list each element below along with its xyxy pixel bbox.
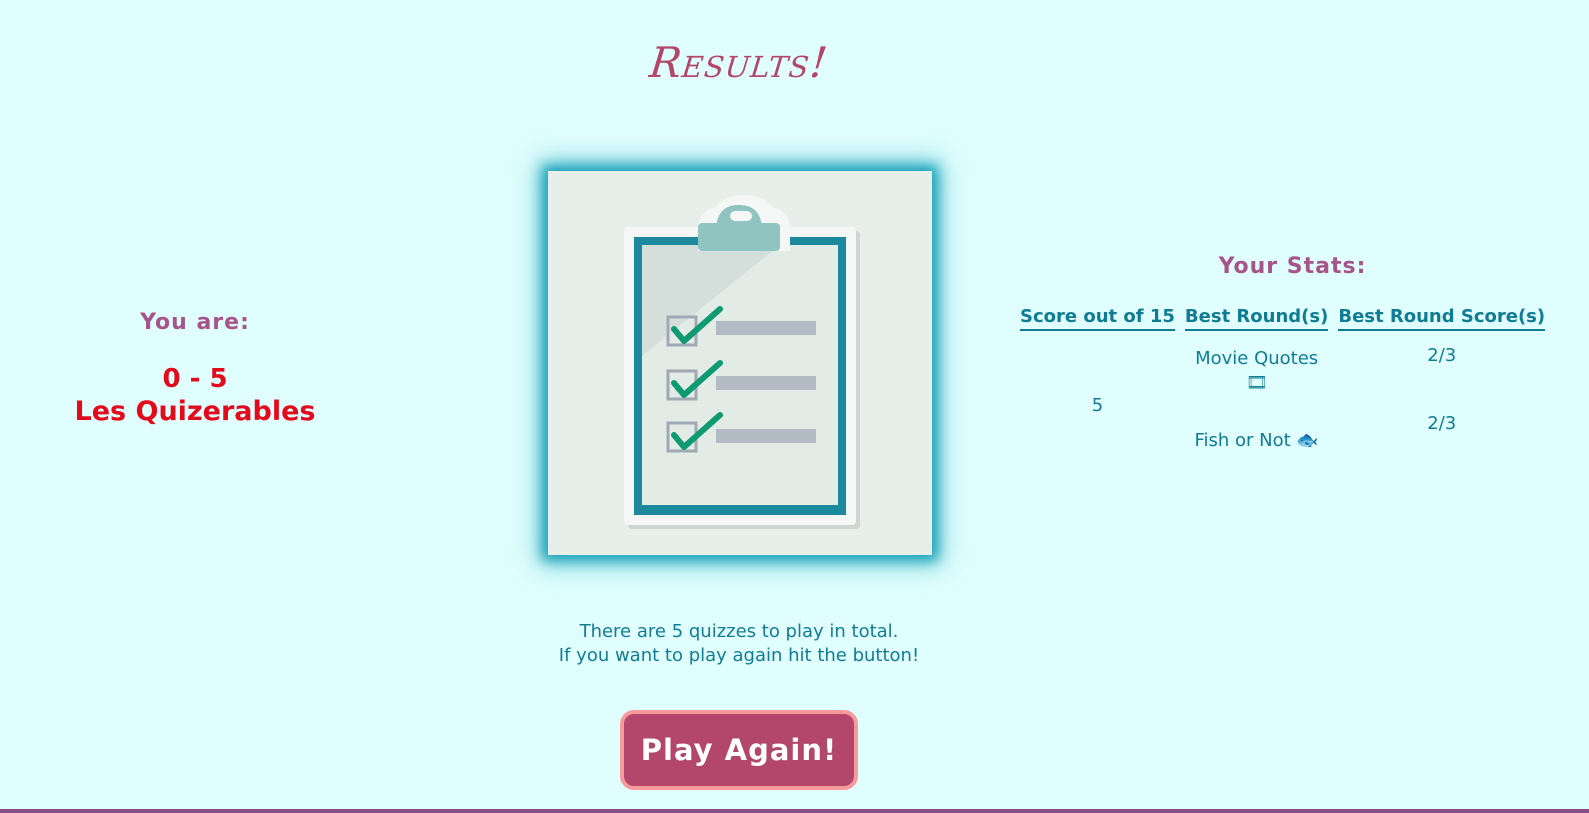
info-line-1: There are 5 quizzes to play in total. — [579, 621, 899, 642]
best-round-1-name: Movie Quotes — [1195, 348, 1319, 369]
stats-header-row: Score out of 15 Best Round(s) Best Round… — [1020, 306, 1546, 331]
clipboard-image — [548, 171, 932, 555]
bottom-border — [0, 809, 1589, 813]
info-text: There are 5 quizzes to play in total. If… — [0, 620, 1478, 668]
clipboard-checklist-icon — [548, 171, 932, 555]
rank-name: Les Quizerables — [74, 396, 316, 427]
table-row: 5 Movie Quotes 🎞 2/3 — [1020, 331, 1545, 416]
page-title: Results! — [647, 38, 831, 87]
result-panel: You are: 0 - 5 Les Quizerables — [40, 310, 350, 429]
best-round-2-name: Fish or Not — [1194, 429, 1291, 451]
play-again-button[interactable]: Play Again! — [620, 710, 858, 790]
best-round-2: Fish or Not 🐟 — [1185, 405, 1328, 465]
total-score: 5 — [1091, 394, 1104, 416]
film-icon: 🎞 — [1245, 373, 1268, 393]
fish-icon: 🐟 — [1296, 429, 1319, 451]
you-are-label: You are: — [140, 310, 250, 335]
best-round-1-score: 2/3 — [1427, 345, 1457, 366]
column-header-best-round-scores: Best Round Score(s) — [1338, 306, 1546, 331]
score-range: 0 - 5 — [162, 364, 228, 394]
column-header-score: Score out of 15 — [1020, 306, 1175, 331]
stats-title: Your Stats: — [1218, 254, 1367, 279]
column-header-best-rounds: Best Round(s) — [1184, 306, 1329, 331]
stats-panel: Your Stats: Score out of 15 Best Round(s… — [1020, 254, 1550, 451]
best-round-1: Movie Quotes 🎞 — [1185, 331, 1328, 405]
best-round-2-score: 2/3 — [1427, 413, 1457, 434]
stats-table: Score out of 15 Best Round(s) Best Round… — [1010, 306, 1555, 465]
info-line-2: If you want to play again hit the button… — [558, 645, 920, 666]
